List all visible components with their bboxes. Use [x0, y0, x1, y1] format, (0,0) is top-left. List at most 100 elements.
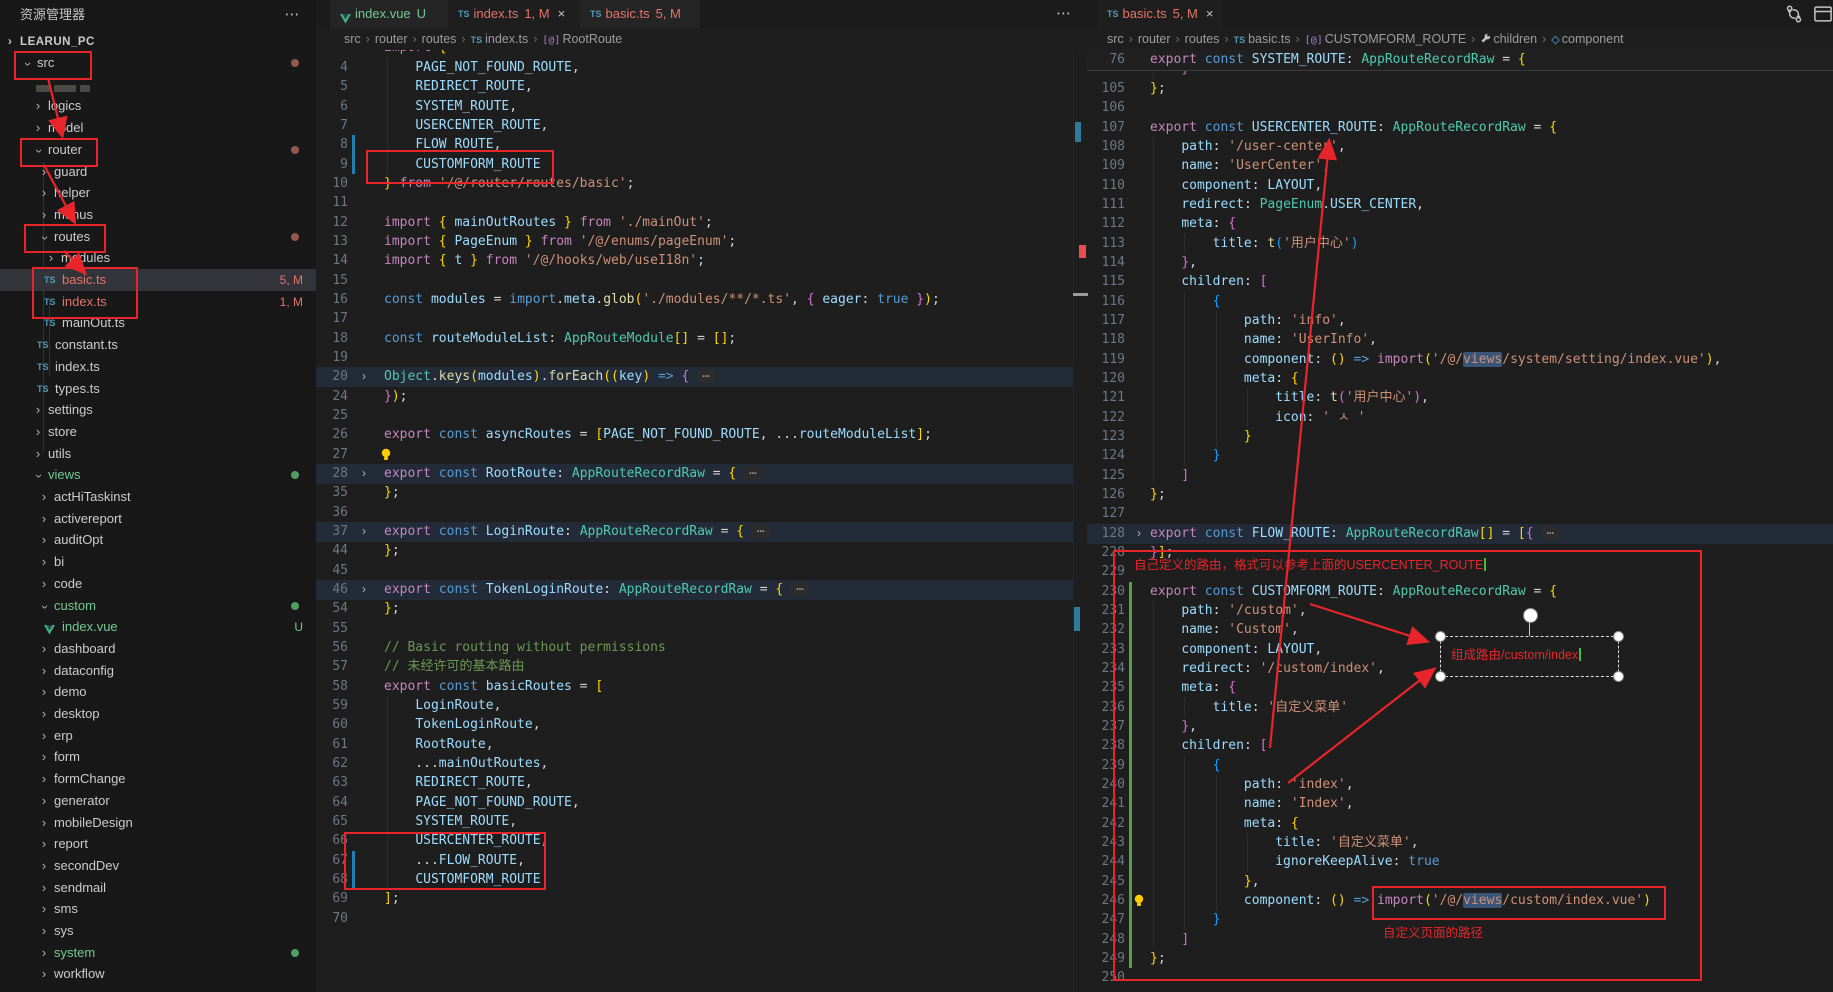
code-editor-index-ts[interactable]: import {4 PAGE_NOT_FOUND_ROUTE,5 REDIREC…	[316, 50, 1087, 992]
breadcrumb-item-routes[interactable]: routes	[1185, 32, 1220, 46]
sidebar-item-desktop[interactable]: ›desktop	[0, 703, 316, 725]
code-line-113[interactable]: 113 title: t('用户中心')	[1087, 234, 1833, 254]
code-line-25[interactable]: 25	[316, 406, 1087, 426]
code-line-24[interactable]: 24});	[316, 387, 1087, 407]
file-item-types.ts[interactable]: TStypes.ts	[0, 378, 316, 400]
code-line-60[interactable]: 60 TokenLoginRoute,	[316, 715, 1087, 735]
sidebar-item-dashboard[interactable]: ›dashboard	[0, 638, 316, 660]
code-line-247[interactable]: 247 }	[1087, 910, 1833, 930]
code-line-59[interactable]: 59 LoginRoute,	[316, 696, 1087, 716]
fold-ellipsis[interactable]: ⋯	[697, 369, 714, 383]
code-line-228[interactable]: 228}];	[1087, 543, 1833, 563]
sidebar-item-sys[interactable]: ›sys	[0, 920, 316, 942]
code-line-62[interactable]: 62 ...mainOutRoutes,	[316, 754, 1087, 774]
code-line-35[interactable]: 35};	[316, 483, 1087, 503]
resize-handle[interactable]	[1435, 631, 1446, 642]
sidebar-item-custom[interactable]: ›custom	[0, 595, 316, 617]
code-line-243[interactable]: 243 title: '自定义菜单',	[1087, 833, 1833, 853]
code-line-57[interactable]: 57// 未经许可的基本路由	[316, 657, 1087, 677]
breadcrumb-item-router[interactable]: router	[375, 32, 408, 46]
sidebar-item-views[interactable]: ›views	[0, 464, 316, 486]
sidebar-item-menus[interactable]: ›menus	[0, 204, 316, 226]
code-line-69[interactable]: 69];	[316, 889, 1087, 909]
code-line-123[interactable]: 123 }	[1087, 427, 1833, 447]
code-line-64[interactable]: 64 PAGE_NOT_FOUND_ROUTE,	[316, 793, 1087, 813]
workspace-root[interactable]: › LEARUN_PC	[0, 31, 316, 53]
file-item-index.ts[interactable]: TSindex.ts1, M	[0, 291, 316, 313]
code-line-19[interactable]: 19	[316, 348, 1087, 368]
code-line-121[interactable]: 121 title: t('用户中心'),	[1087, 388, 1833, 408]
sidebar-item-router[interactable]: ›router	[0, 139, 316, 161]
code-line-65[interactable]: 65 SYSTEM_ROUTE,	[316, 812, 1087, 832]
code-line-118[interactable]: 118 name: 'UserInfo',	[1087, 330, 1833, 350]
fold-chevron-icon[interactable]: ›	[362, 580, 366, 599]
code-line-54[interactable]: 54};	[316, 599, 1087, 619]
code-line-242[interactable]: 242 meta: {	[1087, 814, 1833, 834]
code-line-119[interactable]: 119 component: () => import('/@/views/sy…	[1087, 350, 1833, 370]
sidebar-item-activereport[interactable]: ›activereport	[0, 508, 316, 530]
sidebar-item-bi[interactable]: ›bi	[0, 551, 316, 573]
code-line-10[interactable]: 10} from '/@/router/routes/basic';	[316, 174, 1087, 194]
code-line-11[interactable]: 11	[316, 193, 1087, 213]
code-line-229[interactable]: 229	[1087, 562, 1833, 582]
sidebar-item-generator[interactable]: ›generator	[0, 790, 316, 812]
code-line-127[interactable]: 127	[1087, 504, 1833, 524]
code-line-5[interactable]: 5 REDIRECT_ROUTE,	[316, 77, 1087, 97]
code-line-3[interactable]: import {	[316, 50, 1087, 58]
rotate-handle[interactable]	[1523, 608, 1538, 623]
sidebar-item-routes[interactable]: ›routes	[0, 226, 316, 248]
sidebar-item-secondDev[interactable]: ›secondDev	[0, 855, 316, 877]
sidebar-item-workflow[interactable]: ›workflow	[0, 963, 316, 985]
breadcrumb-item-routes[interactable]: routes	[422, 32, 457, 46]
tab-basic.ts[interactable]: TSbasic.ts5, M×	[1097, 0, 1223, 28]
breadcrumb-item-basic.ts[interactable]: TSbasic.ts	[1234, 32, 1291, 46]
sidebar-item-demo[interactable]: ›demo	[0, 681, 316, 703]
breadcrumb-item-children[interactable]: children	[1480, 32, 1537, 46]
code-line-115[interactable]: 115 children: [	[1087, 272, 1833, 292]
code-line-44[interactable]: 44};	[316, 541, 1087, 561]
close-icon[interactable]: ×	[558, 6, 566, 21]
code-line-240[interactable]: 240 path: 'index',	[1087, 775, 1833, 795]
file-item-constant.ts[interactable]: TSconstant.ts	[0, 334, 316, 356]
code-line-122[interactable]: 122 icon: ' ㅅ '	[1087, 408, 1833, 428]
fold-chevron-icon[interactable]: ›	[1137, 524, 1141, 543]
code-line-17[interactable]: 17	[316, 309, 1087, 329]
code-line-36[interactable]: 36	[316, 503, 1087, 523]
code-line-245[interactable]: 245 },	[1087, 872, 1833, 892]
code-line-63[interactable]: 63 REDIRECT_ROUTE,	[316, 773, 1087, 793]
code-line-110[interactable]: 110 component: LAYOUT,	[1087, 176, 1833, 196]
code-line-120[interactable]: 120 meta: {	[1087, 369, 1833, 389]
code-line-27[interactable]: 27	[316, 445, 1087, 465]
code-line-231[interactable]: 231 path: '/custom',	[1087, 601, 1833, 621]
sidebar-item-form[interactable]: ›form	[0, 746, 316, 768]
code-line-128[interactable]: 128›export const FLOW_ROUTE: AppRouteRec…	[1087, 524, 1833, 544]
sidebar-item-utils[interactable]: ›utils	[0, 443, 316, 465]
code-line-237[interactable]: 237 },	[1087, 717, 1833, 737]
close-icon[interactable]: ×	[1206, 6, 1214, 21]
code-line-116[interactable]: 116 {	[1087, 292, 1833, 312]
code-line-7[interactable]: 7 USERCENTER_ROUTE,	[316, 116, 1087, 136]
code-line-230[interactable]: 230export const CUSTOMFORM_ROUTE: AppRou…	[1087, 582, 1833, 602]
fold-ellipsis[interactable]: ⋯	[752, 524, 769, 538]
sidebar-item-store[interactable]: ›store	[0, 421, 316, 443]
code-line-26[interactable]: 26export const asyncRoutes = [PAGE_NOT_F…	[316, 425, 1087, 445]
code-line-67[interactable]: 67 ...FLOW_ROUTE,	[316, 851, 1087, 871]
code-line-105[interactable]: 105};	[1087, 79, 1833, 99]
code-line-56[interactable]: 56// Basic routing without permissions	[316, 638, 1087, 658]
code-line-244[interactable]: 244 ignoreKeepAlive: true	[1087, 852, 1833, 872]
sidebar-item-code[interactable]: ›code	[0, 573, 316, 595]
sidebar-item-sms[interactable]: ›sms	[0, 898, 316, 920]
tab-index.vue[interactable]: index.vueU	[330, 0, 448, 28]
breadcrumb-item-RootRoute[interactable]: [@]RootRoute	[542, 32, 622, 46]
code-line-61[interactable]: 61 RootRoute,	[316, 735, 1087, 755]
sidebar-item-system[interactable]: ›system	[0, 942, 316, 964]
fold-chevron-icon[interactable]: ›	[362, 367, 366, 386]
code-line-66[interactable]: 66 USERCENTER_ROUTE,	[316, 831, 1087, 851]
code-line-4[interactable]: 4 PAGE_NOT_FOUND_ROUTE,	[316, 58, 1087, 78]
code-line-239[interactable]: 239 {	[1087, 756, 1833, 776]
fold-chevron-icon[interactable]: ›	[362, 464, 366, 483]
sidebar-item-guard[interactable]: ›guard	[0, 161, 316, 183]
split-editor-icon[interactable]	[1813, 4, 1833, 26]
code-line-12[interactable]: 12import { mainOutRoutes } from './mainO…	[316, 213, 1087, 233]
annotation-note-compose-route[interactable]: 组成路由/custom/index	[1440, 636, 1619, 677]
